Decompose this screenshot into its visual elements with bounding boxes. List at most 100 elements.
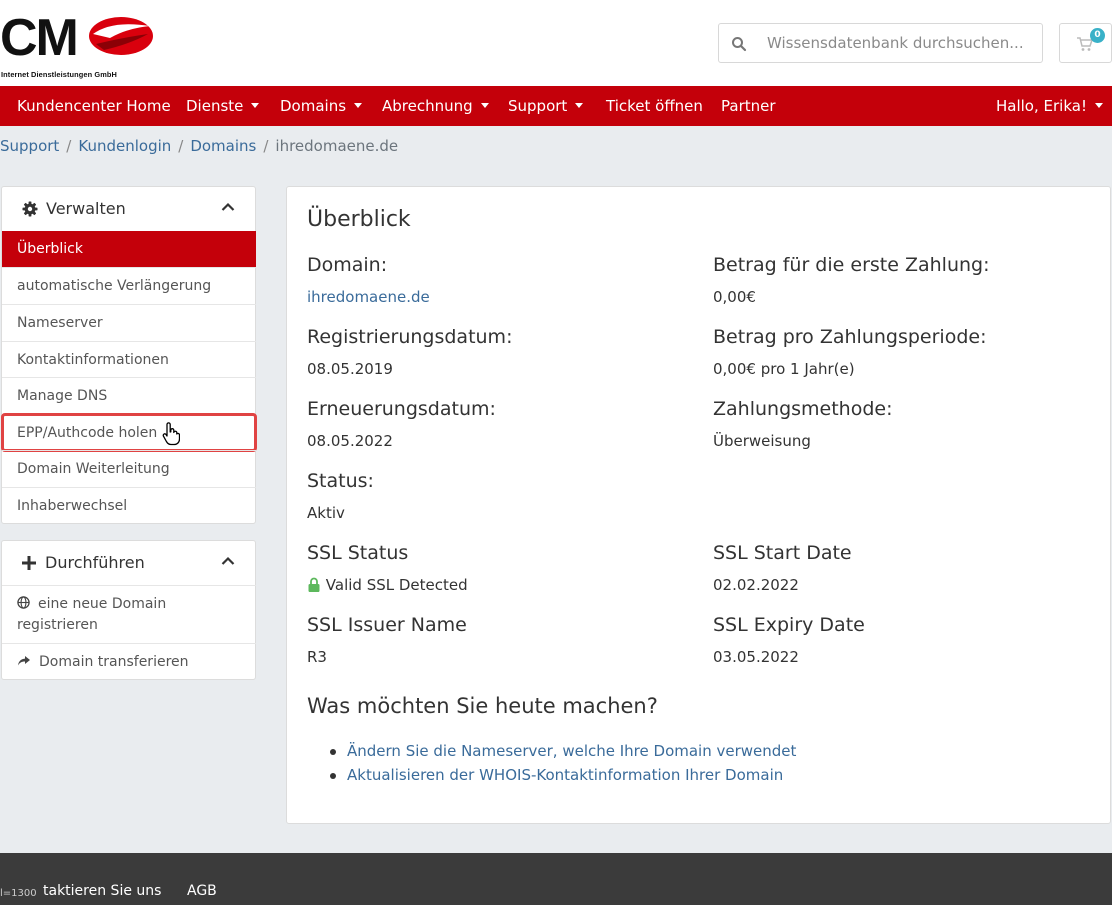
sidebar-item-manage-dns[interactable]: Manage DNS (2, 377, 256, 414)
search-input[interactable] (767, 24, 1037, 62)
nav-ticket-oeffnen[interactable]: Ticket öffnen (606, 86, 703, 126)
breadcrumb-separator: / (178, 137, 184, 155)
ssl-status-value: Valid SSL Detected (307, 576, 468, 594)
nav-label: Support (508, 97, 568, 115)
first-payment-value: 0,00€ (713, 288, 756, 306)
recurring-amount-label: Betrag pro Zahlungsperiode: (713, 326, 987, 348)
cart-count-badge: 0 (1090, 28, 1105, 43)
caret-down-icon (251, 103, 260, 108)
nav-label: Kundencenter Home (17, 97, 171, 115)
nav-kundencenter-home[interactable]: Kundencenter Home (17, 86, 171, 126)
register-domain-link[interactable]: eine neue Domain registrieren (2, 585, 256, 643)
nav-support[interactable]: Support (508, 86, 584, 126)
payment-method-value: Überweisung (713, 432, 811, 450)
knowledgebase-search[interactable] (718, 23, 1043, 63)
site-header: CM Internet Dienstleistungen GmbH 0 (0, 0, 1112, 86)
ssl-issuer-value: R3 (307, 648, 327, 666)
sidebar-manage-panel: Verwalten Überblick automatische Verläng… (1, 186, 257, 524)
sidebar-item-contact-info[interactable]: Kontaktinformationen (2, 341, 256, 378)
plus-icon (22, 556, 36, 570)
first-payment-label: Betrag für die erste Zahlung: (713, 254, 990, 276)
register-domain-label: eine neue Domain (38, 596, 167, 612)
search-icon (732, 37, 747, 52)
footer-contact-link[interactable]: taktieren Sie uns (43, 883, 161, 899)
actions-panel-title: Durchführen (45, 553, 145, 572)
brand-logo[interactable]: CM Internet Dienstleistungen GmbH (0, 8, 160, 79)
nav-label: Ticket öffnen (606, 97, 703, 115)
footer-agb-link[interactable]: AGB (187, 883, 217, 899)
user-menu[interactable]: Hallo, Erika! (996, 86, 1103, 126)
registration-date-value: 08.05.2019 (307, 360, 393, 378)
sidebar-item-nameserver[interactable]: Nameserver (2, 304, 256, 341)
sidebar-item-domain-forwarding[interactable]: Domain Weiterleitung (2, 450, 256, 487)
ssl-start-label: SSL Start Date (713, 542, 852, 564)
domain-overview-panel: Überblick Domain: ihredomaene.de Betrag … (286, 186, 1111, 824)
manage-panel-title: Verwalten (46, 199, 126, 218)
domain-link[interactable]: ihredomaene.de (307, 288, 430, 306)
breadcrumb: Support / Kundenlogin / Domains / ihredomaene.… (0, 126, 1112, 166)
svg-text:CM: CM (0, 9, 77, 64)
ssl-status-label: SSL Status (307, 542, 409, 564)
renewal-date-value: 08.05.2022 (307, 432, 393, 450)
nav-label: Abrechnung (382, 97, 473, 115)
user-greeting: Hallo, Erika! (996, 97, 1087, 115)
breadcrumb-support[interactable]: Support (0, 137, 59, 155)
caret-down-icon (575, 103, 584, 108)
chevron-up-icon[interactable] (221, 556, 235, 566)
registration-date-label: Registrierungsdatum: (307, 326, 513, 348)
ssl-expiry-value: 03.05.2022 (713, 648, 799, 666)
nav-partner[interactable]: Partner (721, 86, 776, 126)
ssl-start-value: 02.02.2022 (713, 576, 799, 594)
update-whois-link[interactable]: Aktualisieren der WHOIS-Kontaktinformati… (347, 766, 783, 784)
share-arrow-icon (18, 656, 30, 666)
change-nameservers-link[interactable]: Ändern Sie die Nameserver, welche Ihre D… (347, 742, 796, 760)
transfer-domain-link[interactable]: Domain transferieren (2, 643, 256, 680)
padlock-icon (308, 577, 320, 592)
domain-value: ihredomaene.de (307, 288, 430, 306)
list-item: Aktualisieren der WHOIS-Kontaktinformati… (329, 764, 796, 788)
breadcrumb-separator: / (66, 137, 72, 155)
gear-icon (22, 201, 38, 217)
footer-tag: l=1300 (0, 888, 37, 899)
chevron-up-icon[interactable] (221, 202, 235, 212)
renewal-date-label: Erneuerungsdatum: (307, 398, 496, 420)
site-footer: l=1300 taktieren Sie uns AGB (0, 853, 1112, 905)
nav-label: Dienste (186, 97, 244, 115)
actions-heading: Was möchten Sie heute machen? (307, 694, 658, 718)
nav-label: Partner (721, 97, 776, 115)
status-value: Aktiv (307, 504, 345, 522)
list-item: Ändern Sie die Nameserver, welche Ihre D… (329, 740, 796, 764)
sidebar-item-owner-change[interactable]: Inhaberwechsel (2, 487, 256, 524)
status-label: Status: (307, 470, 374, 492)
nav-dienste[interactable]: Dienste (186, 86, 260, 126)
actions-panel-header[interactable]: Durchführen (2, 541, 255, 585)
caret-down-icon (480, 103, 489, 108)
sidebar-item-ueberblick[interactable]: Überblick (2, 231, 256, 268)
logo-subtitle: Internet Dienstleistungen GmbH (1, 70, 117, 79)
cart-button[interactable]: 0 (1059, 23, 1112, 63)
breadcrumb-current: ihredomaene.de (275, 137, 399, 155)
caret-down-icon (354, 103, 363, 108)
caret-down-icon (1094, 103, 1103, 108)
sidebar-item-auto-renew[interactable]: automatische Verlängerung (2, 267, 256, 304)
ssl-issuer-label: SSL Issuer Name (307, 614, 467, 636)
nav-abrechnung[interactable]: Abrechnung (382, 86, 489, 126)
payment-method-label: Zahlungsmethode: (713, 398, 893, 420)
nav-domains[interactable]: Domains (280, 86, 363, 126)
ssl-status-text: Valid SSL Detected (325, 576, 468, 594)
breadcrumb-separator: / (263, 137, 269, 155)
recurring-amount-value: 0,00€ pro 1 Jahr(e) (713, 360, 855, 378)
sidebar-item-epp-code[interactable]: EPP/Authcode holen (1, 413, 257, 452)
manage-panel-header[interactable]: Verwalten (2, 187, 255, 231)
main-navigation: Kundencenter Home Dienste Domains Abrech… (0, 86, 1112, 126)
domain-label: Domain: (307, 254, 388, 276)
page-title: Überblick (307, 207, 411, 232)
quick-actions-list: Ändern Sie die Nameserver, welche Ihre D… (329, 740, 796, 788)
nav-label: Domains (280, 97, 347, 115)
transfer-domain-label: Domain transferieren (39, 654, 189, 670)
breadcrumb-kundenlogin[interactable]: Kundenlogin (78, 137, 171, 155)
hand-pointer-icon (162, 422, 180, 446)
logo-mark: CM (0, 9, 153, 64)
breadcrumb-domains[interactable]: Domains (190, 137, 256, 155)
globe-icon (17, 596, 30, 609)
